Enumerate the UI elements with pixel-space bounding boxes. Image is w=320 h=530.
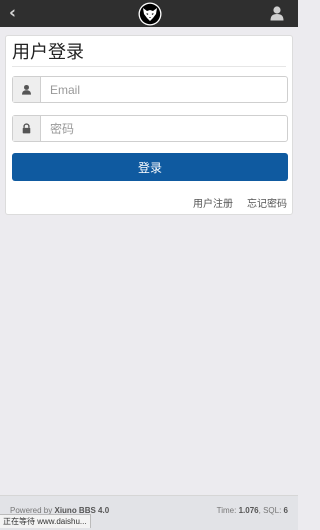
lock-icon	[22, 123, 31, 134]
back-button[interactable]: ‹	[9, 4, 27, 22]
page-title: 用户登录	[12, 42, 84, 62]
login-button[interactable]: 登录	[12, 153, 288, 181]
register-link[interactable]: 用户注册	[193, 195, 233, 210]
password-field-group	[12, 115, 288, 142]
sql-label: SQL:	[263, 506, 282, 515]
email-addon	[13, 77, 41, 102]
title-divider	[12, 66, 286, 67]
user-button[interactable]	[269, 5, 285, 21]
password-input[interactable]	[41, 116, 287, 141]
email-field-group	[12, 76, 288, 103]
top-navbar: ‹	[0, 0, 298, 27]
password-addon	[13, 116, 41, 141]
wolf-logo-icon	[138, 2, 162, 26]
browser-status-bar: 正在等待 www.daishu...	[0, 514, 91, 528]
render-stats: Time: 1.076, SQL: 6	[216, 506, 288, 515]
sql-value: 6	[283, 506, 288, 515]
forgot-password-link[interactable]: 忘记密码	[247, 195, 287, 210]
user-icon	[270, 6, 284, 21]
auth-links: 用户注册 忘记密码	[193, 195, 287, 210]
site-logo[interactable]	[138, 2, 162, 26]
user-icon	[22, 84, 31, 95]
chevron-left-icon: ‹	[9, 3, 17, 23]
time-label: Time:	[216, 506, 237, 515]
time-value: 1.076	[238, 506, 259, 515]
email-input[interactable]	[41, 77, 287, 102]
login-card: 用户登录 登录 用户注册 忘记密码	[5, 35, 293, 215]
